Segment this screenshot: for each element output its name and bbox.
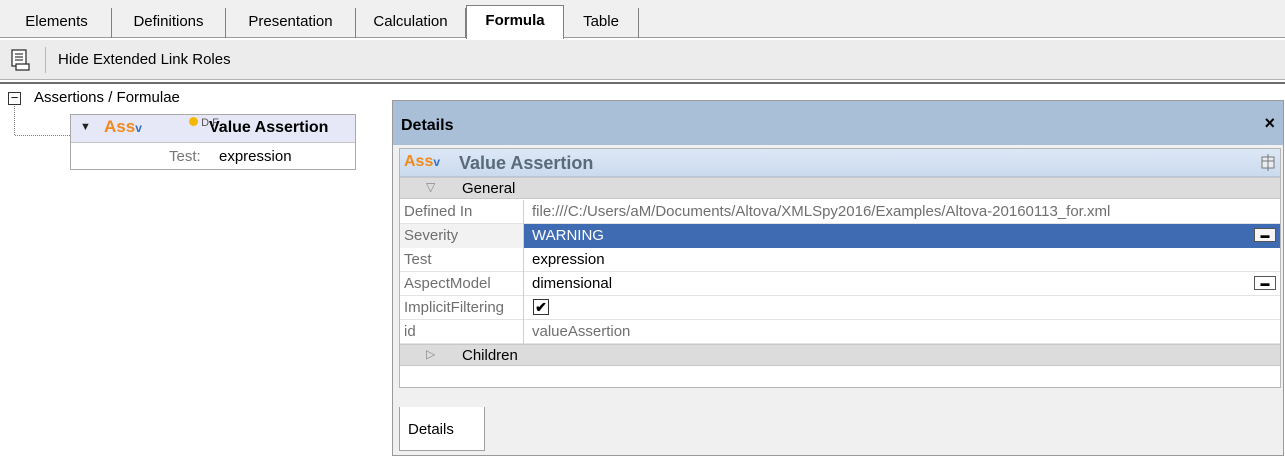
properties-grid: Assv Value Assertion ▽ General Defined I…: [399, 148, 1281, 388]
toolbar-separator: [45, 47, 46, 73]
severity-select[interactable]: WARNING: [524, 224, 1280, 248]
extended-link-roles-icon[interactable]: [10, 48, 32, 72]
close-icon[interactable]: ×: [1264, 113, 1275, 134]
group-children[interactable]: ▷ Children: [400, 344, 1280, 366]
dropdown-arrow-icon[interactable]: ▬: [1254, 228, 1276, 242]
value-assertion-node[interactable]: ▼ Assv D F Value Assertion Test: express…: [70, 114, 356, 170]
details-panel: Details × Assv Value Assertion ▽ General…: [392, 100, 1284, 456]
collapse-toggle-icon[interactable]: −: [8, 91, 21, 105]
toolbar-divider: [0, 82, 1285, 84]
property-row-test[interactable]: Test expression: [400, 248, 1280, 272]
property-value: file:///C:/Users/aM/Documents/Altova/XML…: [532, 203, 1111, 220]
properties-header: Assv Value Assertion: [400, 149, 1280, 177]
group-general[interactable]: ▽ General: [400, 177, 1280, 199]
property-row-implicit-filtering[interactable]: ImplicitFiltering ✔: [400, 296, 1280, 320]
node-header: ▼ Assv D F Value Assertion: [71, 115, 355, 143]
tab-definitions[interactable]: Definitions: [112, 8, 226, 38]
node-test-value[interactable]: expression: [219, 148, 292, 165]
property-name: AspectModel: [400, 272, 524, 296]
collapse-arrow-icon[interactable]: ▽: [426, 180, 435, 194]
node-test-label: Test:: [169, 148, 201, 165]
property-value-cell: ✔: [524, 296, 1280, 320]
details-header: Details ×: [393, 101, 1283, 145]
tab-table[interactable]: Table: [564, 8, 639, 38]
expand-arrow-icon[interactable]: ▼: [80, 121, 91, 133]
property-row-defined-in[interactable]: Defined In file:///C:/Users/aM/Documents…: [400, 200, 1280, 224]
tab-formula[interactable]: Formula: [466, 5, 564, 39]
property-name: Test: [400, 248, 524, 272]
tree-root-label[interactable]: Assertions / Formulae: [34, 89, 180, 106]
pin-icon[interactable]: [1260, 154, 1276, 172]
tree-connector: [14, 106, 15, 135]
dropdown-arrow-icon[interactable]: ▬: [1254, 276, 1276, 290]
tab-elements[interactable]: Elements: [2, 8, 112, 38]
property-name: ImplicitFiltering: [400, 296, 524, 320]
details-title: Details: [401, 117, 454, 134]
tab-presentation[interactable]: Presentation: [226, 8, 356, 38]
implicit-filtering-checkbox[interactable]: ✔: [533, 299, 549, 315]
tab-calculation[interactable]: Calculation: [356, 8, 466, 38]
expand-arrow-icon[interactable]: ▷: [426, 347, 435, 361]
toolbar: Hide Extended Link Roles: [0, 40, 1285, 80]
assertion-type-icon: Assv: [104, 117, 142, 136]
properties-title: Value Assertion: [459, 153, 594, 173]
hide-extended-link-roles-button[interactable]: Hide Extended Link Roles: [58, 51, 231, 68]
property-row-id[interactable]: id valueAssertion: [400, 320, 1280, 344]
property-name: id: [400, 320, 524, 344]
group-label: Children: [462, 347, 518, 364]
id-input[interactable]: valueAssertion: [524, 320, 1280, 344]
property-row-aspect-model[interactable]: AspectModel dimensional ▬: [400, 272, 1280, 296]
property-row-severity[interactable]: Severity WARNING ▬: [400, 224, 1280, 248]
group-label: General: [462, 180, 516, 197]
assertions-tree: − Assertions / Formulae ▼ Assv D F Value…: [8, 89, 378, 456]
tree-connector: [15, 135, 70, 136]
assertion-type-icon: Assv: [404, 153, 441, 170]
aspect-model-select[interactable]: dimensional: [524, 272, 1280, 296]
property-name: Severity: [400, 224, 524, 248]
test-input[interactable]: expression: [524, 248, 1280, 272]
details-bottom-tab[interactable]: Details: [399, 407, 485, 451]
property-name: Defined In: [400, 200, 524, 224]
tab-bar: Elements Definitions Presentation Calcul…: [0, 0, 1285, 39]
bottom-tab-label: Details: [408, 421, 454, 438]
node-title: Value Assertion: [209, 119, 329, 136]
